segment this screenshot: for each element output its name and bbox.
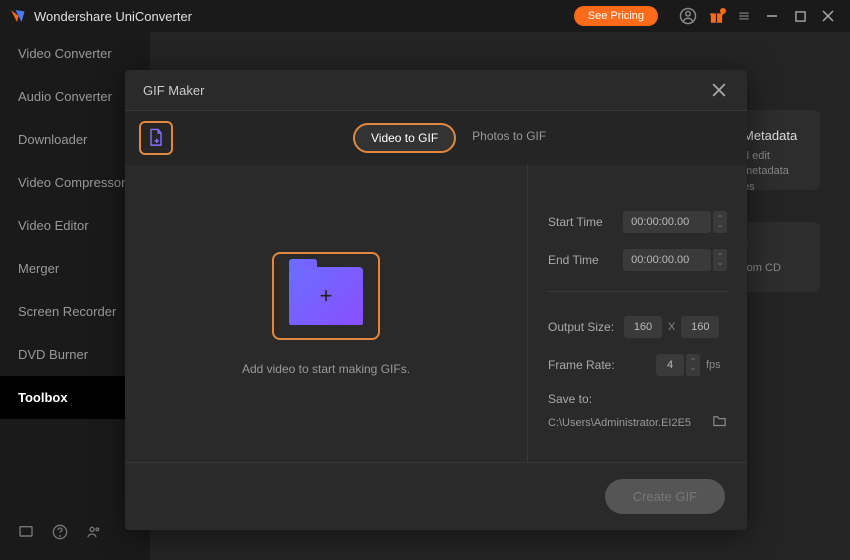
fps-unit: fps (706, 359, 721, 371)
x-separator: X (668, 321, 675, 333)
settings-panel: Start Time End Time Output Size: X Frame… (527, 165, 747, 462)
output-width-input[interactable] (624, 316, 662, 338)
save-to-label: Save to: (548, 392, 727, 406)
card-title: r (743, 240, 802, 255)
frame-rate-label: Frame Rate: (548, 358, 624, 372)
start-time-input[interactable] (623, 211, 711, 233)
tutorial-icon[interactable] (18, 524, 34, 544)
gift-icon[interactable] (702, 2, 730, 30)
start-time-label: Start Time (548, 215, 623, 229)
drop-target[interactable]: + (272, 252, 380, 340)
drop-text: Add video to start making GIFs. (242, 362, 410, 376)
app-title: Wondershare UniConverter (34, 9, 574, 24)
card-title: Metadata (743, 128, 802, 143)
card-sub: rom CD (743, 261, 802, 276)
account-icon[interactable] (674, 2, 702, 30)
folder-icon: + (289, 267, 363, 325)
tab-photos-to-gif[interactable]: Photos to GIF (456, 123, 562, 153)
card-sub: d edit metadata es (743, 149, 802, 195)
tab-video-to-gif[interactable]: Video to GIF (353, 123, 456, 153)
start-time-spinner[interactable] (713, 211, 727, 233)
frame-rate-spinner[interactable] (686, 354, 700, 376)
end-time-spinner[interactable] (713, 249, 727, 271)
gif-maker-modal: GIF Maker Video to GIF Photos to GIF + A… (125, 70, 747, 530)
end-time-label: End Time (548, 253, 623, 267)
app-logo-icon (8, 7, 26, 25)
frame-rate-input[interactable] (656, 354, 684, 376)
add-document-icon (147, 128, 165, 148)
output-size-label: Output Size: (548, 320, 624, 334)
drop-area[interactable]: + Add video to start making GIFs. (125, 165, 527, 462)
save-path-field[interactable]: C:\Users\Administrator.EI2E5 (548, 417, 704, 429)
titlebar: Wondershare UniConverter See Pricing (0, 0, 850, 32)
minimize-icon[interactable] (758, 2, 786, 30)
add-file-button[interactable] (139, 121, 173, 155)
close-window-icon[interactable] (814, 2, 842, 30)
help-icon[interactable] (52, 524, 68, 544)
create-gif-button[interactable]: Create GIF (605, 479, 725, 514)
close-icon[interactable] (709, 80, 729, 100)
plus-icon: + (320, 283, 333, 309)
open-folder-icon[interactable] (712, 414, 727, 432)
sidebar-item-video-converter[interactable]: Video Converter (0, 32, 150, 75)
end-time-input[interactable] (623, 249, 711, 271)
group-icon[interactable] (86, 524, 102, 544)
see-pricing-button[interactable]: See Pricing (574, 6, 658, 26)
menu-icon[interactable] (730, 2, 758, 30)
modal-title: GIF Maker (143, 83, 709, 98)
maximize-icon[interactable] (786, 2, 814, 30)
output-height-input[interactable] (681, 316, 719, 338)
